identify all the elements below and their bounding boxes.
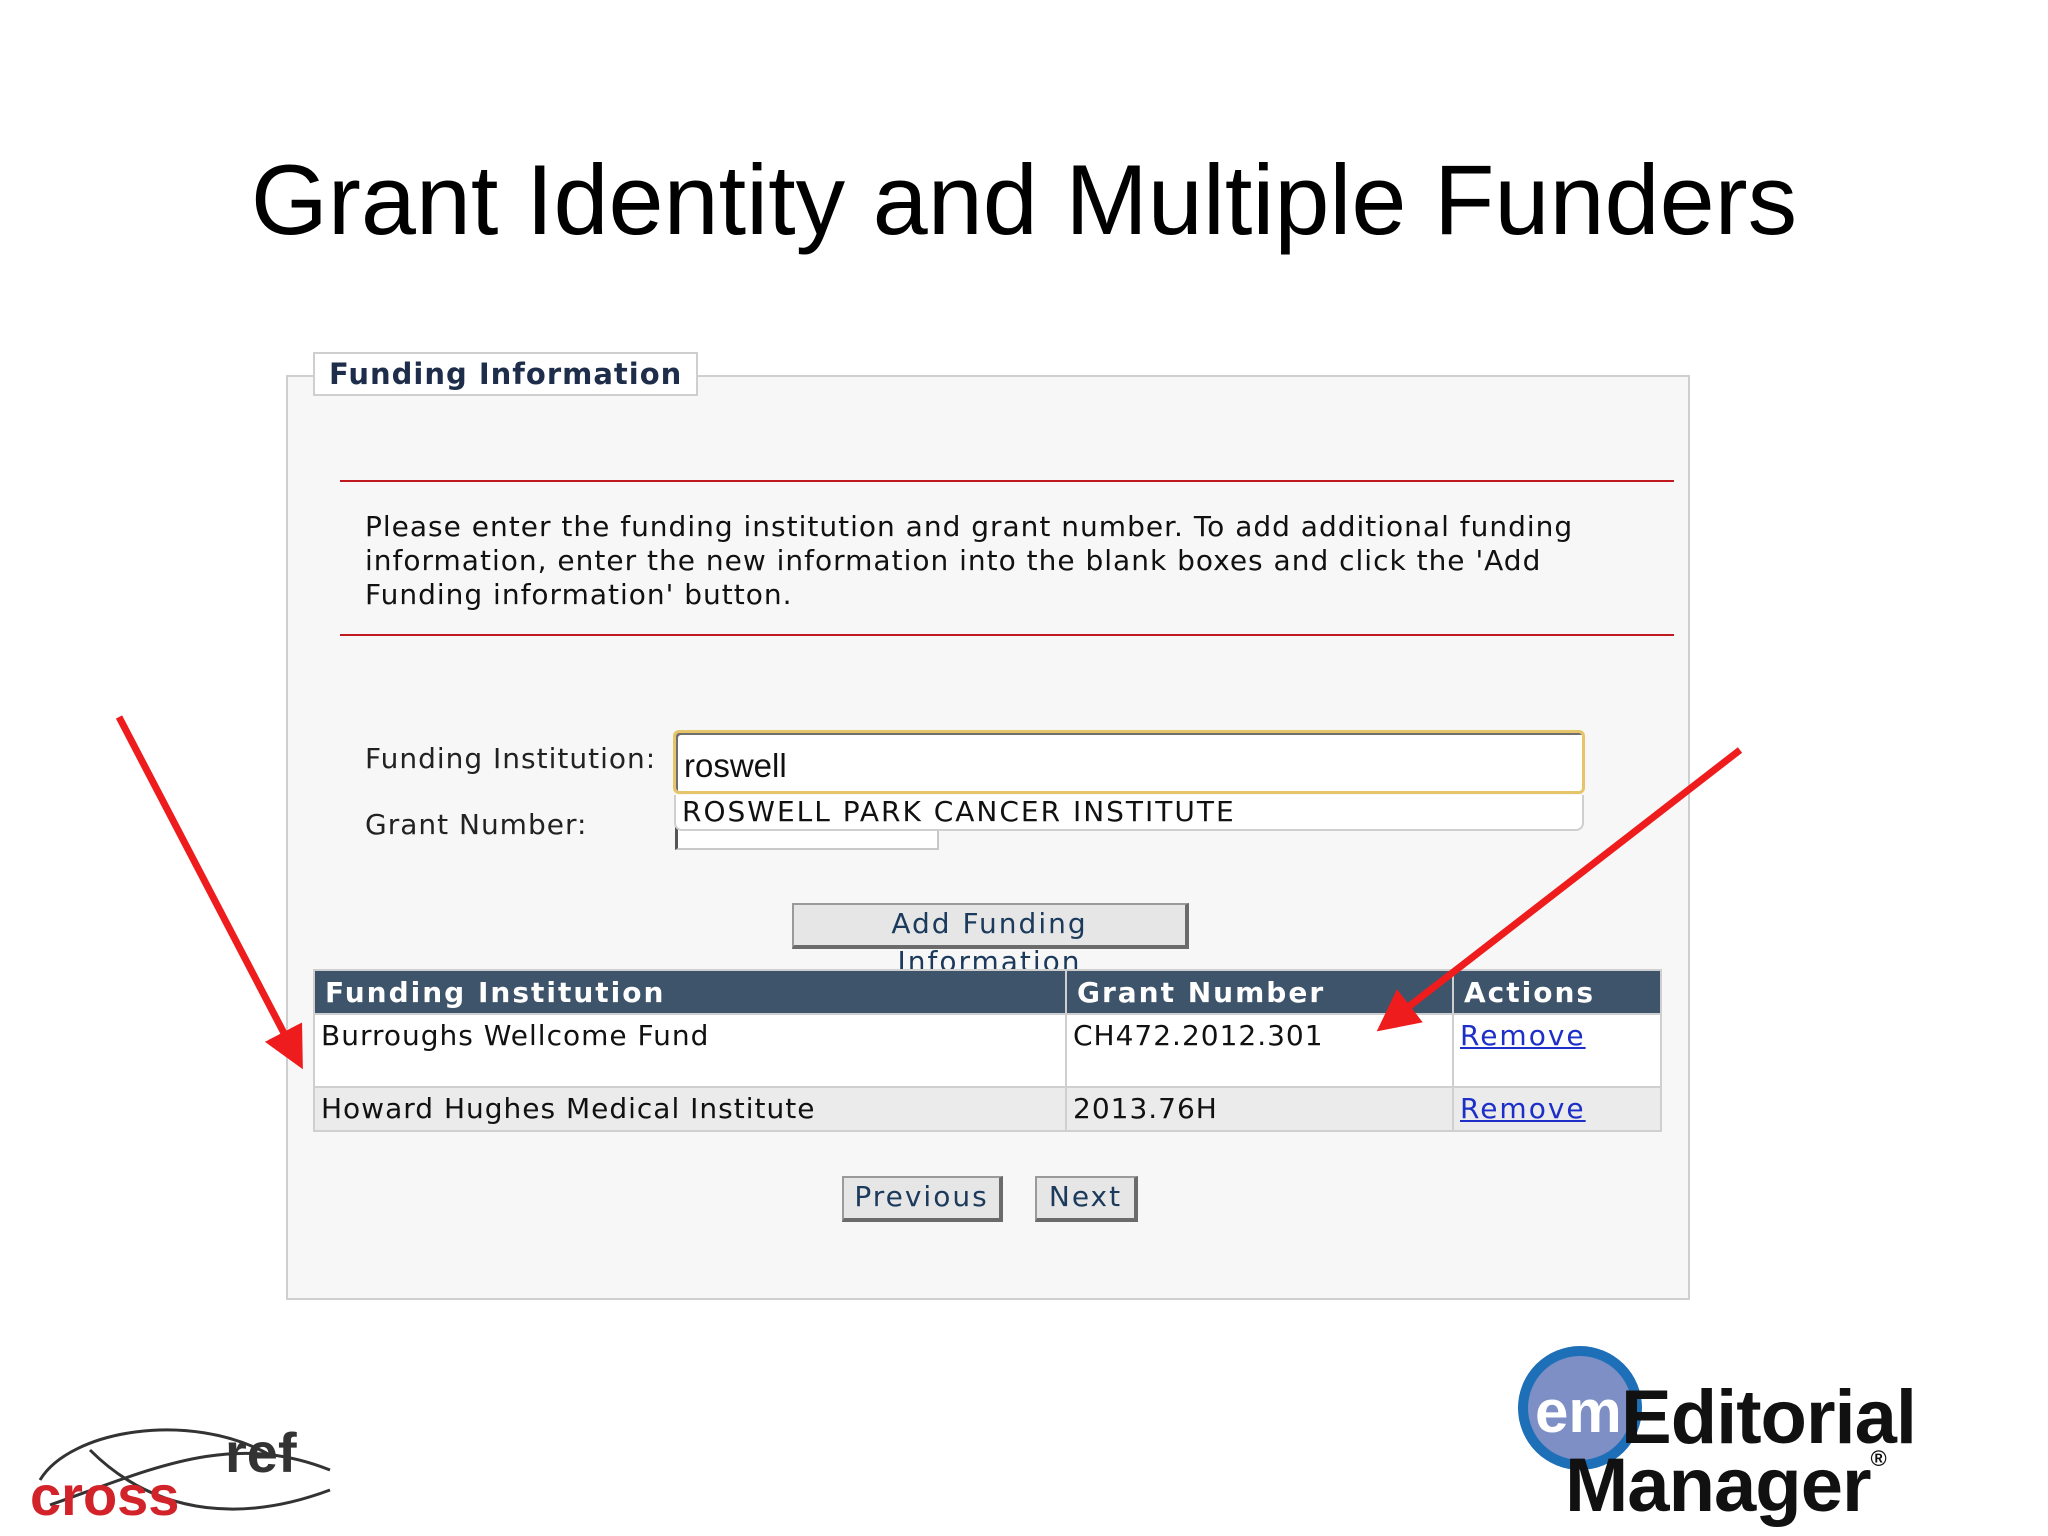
grant-cell: 2013.76H (1065, 1086, 1454, 1132)
column-header-actions: Actions (1452, 969, 1662, 1015)
column-header-grant: Grant Number (1065, 969, 1454, 1015)
institution-cell: Howard Hughes Medical Institute (313, 1086, 1067, 1132)
funding-table: Funding Institution Grant Number Actions… (313, 969, 1662, 1132)
autocomplete-list: ROSWELL PARK CANCER INSTITUTE (674, 795, 1584, 831)
previous-button[interactable]: Previous (842, 1176, 1003, 1222)
instructions-box: Please enter the funding institution and… (340, 480, 1674, 636)
actions-cell: Remove (1452, 1086, 1662, 1132)
table-row: Burroughs Wellcome Fund CH472.2012.301 R… (313, 1013, 1662, 1088)
arrow-left (115, 715, 303, 1070)
institution-cell: Burroughs Wellcome Fund (313, 1013, 1067, 1088)
crossref-ref-text: ref (225, 1421, 297, 1484)
grant-number-label: Grant Number: (365, 808, 588, 841)
instructions-text: Please enter the funding institution and… (365, 510, 1574, 611)
add-funding-button[interactable]: Add Funding Information (792, 903, 1189, 978)
crossref-logo: cross ref (30, 1421, 331, 1520)
column-header-institution: Funding Institution (313, 969, 1067, 1015)
em-logo-line2: Manager® (1565, 1443, 1887, 1528)
remove-link[interactable]: Remove (1460, 1019, 1586, 1052)
em-badge-text: em (1535, 1378, 1622, 1445)
autocomplete-suggestion[interactable]: ROSWELL PARK CANCER INSTITUTE (682, 795, 1236, 829)
next-button[interactable]: Next (1035, 1176, 1138, 1222)
funding-institution-input[interactable]: roswell (673, 730, 1585, 794)
slide-title: Grant Identity and Multiple Funders (250, 144, 1798, 255)
section-title: Funding Information (313, 352, 699, 396)
remove-link[interactable]: Remove (1460, 1092, 1586, 1125)
funding-institution-label: Funding Institution: (365, 742, 657, 775)
table-row: Howard Hughes Medical Institute 2013.76H… (313, 1086, 1662, 1132)
crossref-cross-text: cross (30, 1464, 179, 1520)
actions-cell: Remove (1452, 1013, 1662, 1088)
grant-cell: CH472.2012.301 (1065, 1013, 1454, 1088)
